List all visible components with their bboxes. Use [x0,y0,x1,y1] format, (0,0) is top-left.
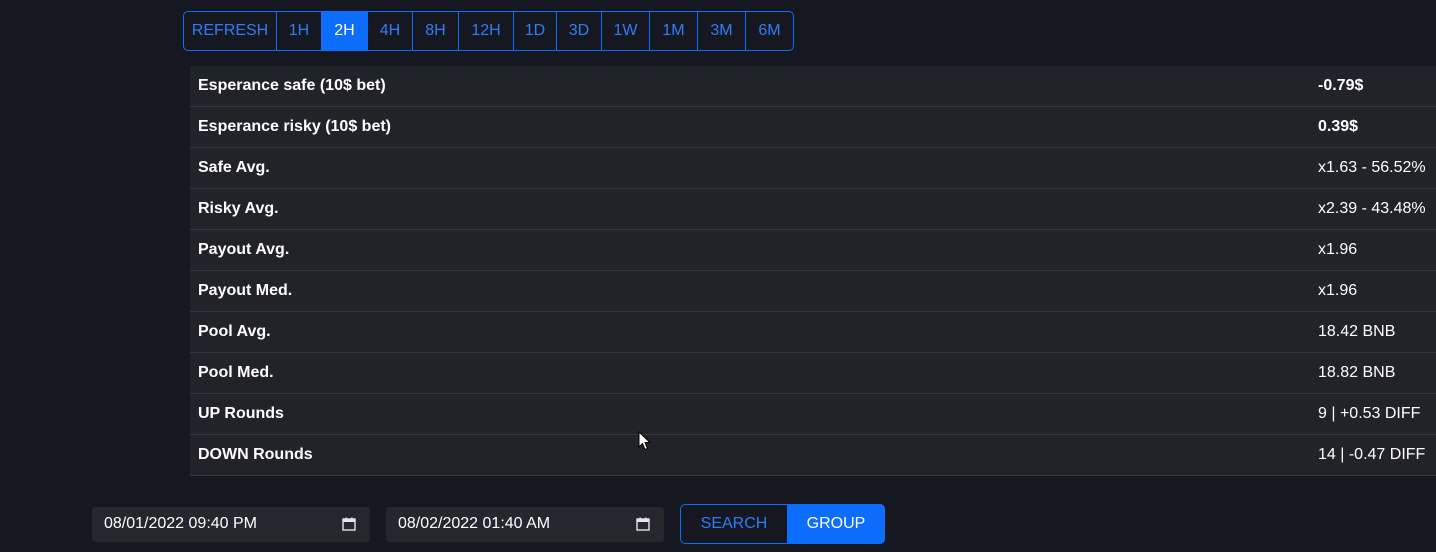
timeframe-6m-button[interactable]: 6M [746,12,793,50]
timeframe-1m-button[interactable]: 1M [650,12,698,50]
date-to-value: 08/02/2022 01:40 AM [398,515,551,532]
page: REFRESH 1H 2H 4H 8H 12H 1D 3D 1W 1M 3M 6… [0,0,1436,552]
stat-row-pool-avg: Pool Avg. 18.42 BNB [190,312,1436,353]
timeframe-2h-button[interactable]: 2H [322,12,368,50]
action-button-group: SEARCH GROUP [680,504,885,544]
group-button[interactable]: GROUP [787,504,885,544]
date-to-input[interactable]: 08/02/2022 01:40 AM [386,507,664,542]
timeframe-12h-button[interactable]: 12H [459,12,514,50]
stat-label: UP Rounds [198,405,284,422]
stat-value: 18.42 BNB [1318,323,1396,340]
stat-value: x1.96 [1318,282,1358,299]
stat-row-safe-avg: Safe Avg. x1.63 - 56.52% [190,148,1436,189]
stat-value: x1.96 [1318,241,1358,258]
stat-label: Esperance safe (10$ bet) [198,77,386,94]
stat-label: Risky Avg. [198,200,279,217]
stat-value: 18.82 BNB [1318,364,1396,381]
stat-label: Payout Med. [198,282,293,299]
timeframe-1h-button[interactable]: 1H [277,12,322,50]
stat-row-payout-med: Payout Med. x1.96 [190,271,1436,312]
stat-label: Payout Avg. [198,241,290,258]
calendar-icon[interactable] [342,517,356,531]
search-button[interactable]: SEARCH [680,504,787,544]
stat-row-esperance-risky: Esperance risky (10$ bet) 0.39$ [190,107,1436,148]
date-from-input[interactable]: 08/01/2022 09:40 PM [92,507,370,542]
timeframe-button-group: REFRESH 1H 2H 4H 8H 12H 1D 3D 1W 1M 3M 6… [183,11,794,51]
stat-value: 9 | +0.53 DIFF [1318,405,1421,422]
stat-row-up-rounds: UP Rounds 9 | +0.53 DIFF [190,394,1436,435]
timeframe-1d-button[interactable]: 1D [514,12,557,50]
timeframe-3d-button[interactable]: 3D [557,12,602,50]
stat-row-esperance-safe: Esperance safe (10$ bet) -0.79$ [190,66,1436,107]
timeframe-4h-button[interactable]: 4H [368,12,413,50]
calendar-icon[interactable] [636,517,650,531]
stat-value: 14 | -0.47 DIFF [1318,446,1426,463]
stat-label: Pool Med. [198,364,274,381]
stats-table: Esperance safe (10$ bet) -0.79$ Esperanc… [190,66,1436,476]
mouse-pointer-icon [638,431,652,451]
stat-label: Pool Avg. [198,323,271,340]
timeframe-1w-button[interactable]: 1W [602,12,650,50]
stat-row-payout-avg: Payout Avg. x1.96 [190,230,1436,271]
timeframe-8h-button[interactable]: 8H [413,12,459,50]
stat-value: 0.39$ [1318,118,1359,135]
stat-row-pool-med: Pool Med. 18.82 BNB [190,353,1436,394]
date-from-value: 08/01/2022 09:40 PM [104,515,258,532]
timeframe-3m-button[interactable]: 3M [698,12,746,50]
stat-row-down-rounds: DOWN Rounds 14 | -0.47 DIFF [190,435,1436,476]
refresh-button[interactable]: REFRESH [184,12,277,50]
stat-value: x2.39 - 43.48% [1318,200,1426,217]
stat-label: DOWN Rounds [198,446,313,463]
stat-value: x1.63 - 56.52% [1318,159,1426,176]
stat-row-risky-avg: Risky Avg. x2.39 - 43.48% [190,189,1436,230]
stat-label: Esperance risky (10$ bet) [198,118,391,135]
stat-label: Safe Avg. [198,159,270,176]
stat-value: -0.79$ [1318,77,1364,94]
